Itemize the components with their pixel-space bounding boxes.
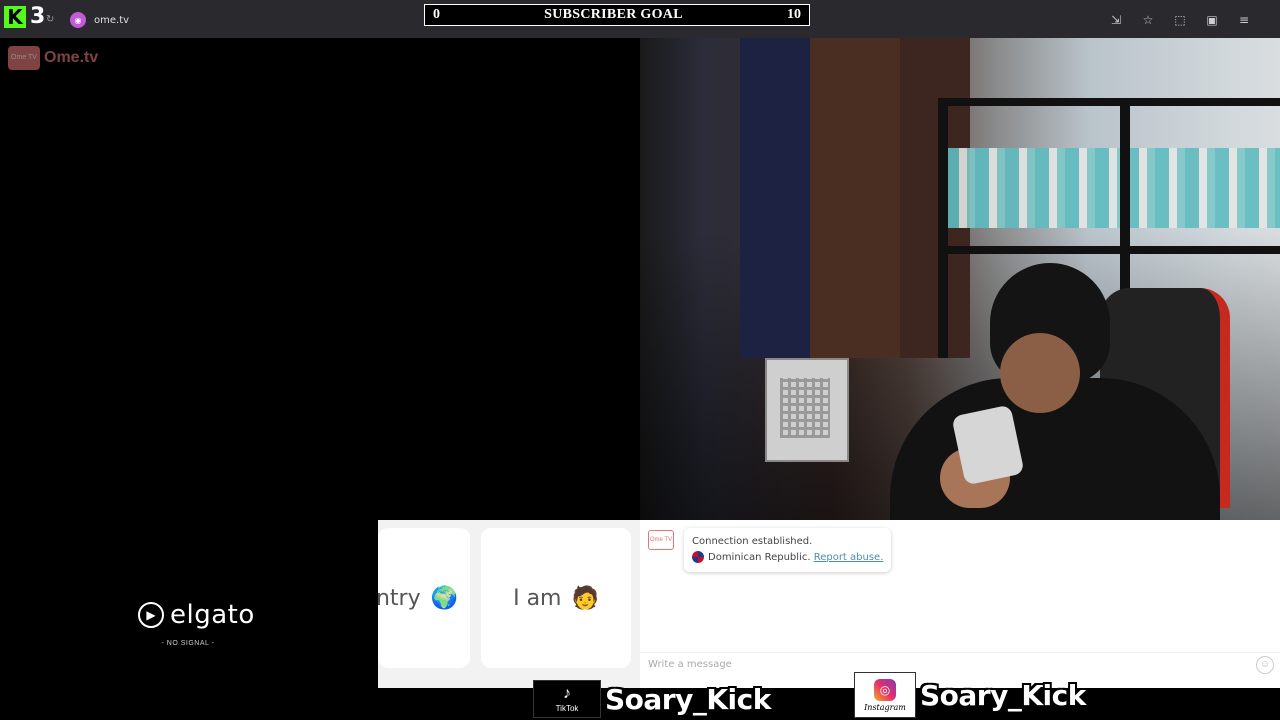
tiktok-badge: ♪ TikTok [533, 680, 601, 718]
streamer-face [1000, 333, 1080, 413]
kick-viewer-count: 3 [30, 4, 46, 29]
instagram-badge: ◎ Instagram [854, 672, 916, 718]
bunk-post [938, 98, 948, 358]
instagram-handle: Soary_Kick [920, 678, 1086, 712]
install-app-icon[interactable]: ⇲ [1108, 12, 1124, 28]
browser-toolbar: ⇲ ☆ ⬚ ▣ ≡ [1108, 12, 1252, 28]
extensions-icon[interactable]: ⬚ [1172, 12, 1188, 28]
ometv-logo-text: Ome.tv [44, 49, 99, 66]
address-bar[interactable]: ◉ ome.tv [70, 12, 129, 28]
laundry-basket-grid [780, 378, 830, 438]
reload-icon[interactable]: ↻ [46, 14, 54, 25]
elgato-play-icon: ▶ [138, 602, 164, 628]
goal-title: SUBSCRIBER GOAL [544, 7, 683, 22]
ometv-tv-icon: Ome TV [8, 46, 40, 70]
tiktok-icon: ♪ [563, 684, 571, 702]
goal-target: 10 [786, 7, 801, 22]
emoji-picker-icon[interactable]: ☺ [1256, 656, 1274, 674]
stranger-country: Dominican Republic. [708, 552, 811, 563]
country-filter-label: ntry [378, 585, 421, 611]
goal-current: 0 [433, 7, 440, 22]
side-panel-icon[interactable]: ▣ [1204, 12, 1220, 28]
curtain [740, 38, 810, 358]
gender-select-button[interactable]: I am 🧑 [481, 528, 631, 668]
ometv-control-panel: ntry 🌍 I am 🧑 Ome TV Connection establis… [378, 520, 1280, 688]
instagram-label: Instagram [864, 702, 906, 712]
report-abuse-link[interactable]: Report abuse. [814, 552, 884, 563]
bunk-bed-frame [940, 98, 1280, 254]
tiktok-handle-overlay: ♪ TikTok Soary_Kick [533, 680, 771, 718]
person-icon: 🧑 [571, 585, 599, 611]
no-signal-text: - NO SIGNAL - [161, 640, 215, 647]
curtain [810, 38, 900, 358]
bookmark-star-icon[interactable]: ☆ [1140, 12, 1156, 28]
tiktok-handle: Soary_Kick [605, 682, 771, 716]
instagram-icon: ◎ [874, 678, 896, 701]
globe-icon: 🌍 [430, 585, 458, 611]
gender-select-label: I am [513, 585, 562, 611]
kick-viewer-badge: K 3 [4, 4, 45, 29]
stranger-video-pane [0, 38, 640, 520]
menu-icon[interactable]: ≡ [1236, 12, 1252, 28]
tiktok-label: TikTok [555, 703, 579, 713]
site-favicon-icon: ◉ [70, 12, 86, 28]
system-message: Connection established. Dominican Republ… [684, 528, 892, 572]
instagram-handle-overlay: ◎ Instagram Soary_Kick [854, 672, 1086, 718]
address-url: ome.tv [94, 14, 130, 26]
ometv-chat-logo-icon: Ome TV [648, 530, 674, 550]
ometv-logo: Ome TV Ome.tv [8, 46, 98, 70]
elgato-wordmark: elgato [170, 600, 255, 630]
dominican-flag-icon [692, 551, 704, 563]
self-webcam-feed [640, 38, 1280, 520]
chat-panel: Ome TV Connection established. Dominican… [640, 520, 1280, 688]
subscriber-goal-bar: 0 SUBSCRIBER GOAL 10 [424, 4, 810, 26]
country-filter-button[interactable]: ntry 🌍 [378, 528, 470, 668]
connection-status: Connection established. [692, 536, 813, 547]
kick-logo-icon: K [4, 5, 26, 28]
stranger-location: Dominican Republic. Report abuse. [692, 550, 883, 566]
browser-top-bar: K 3 ↻ ◉ ome.tv 0 SUBSCRIBER GOAL 10 ⇲ ☆ … [0, 0, 1280, 38]
elgato-logo: ▶ elgato [138, 600, 255, 630]
